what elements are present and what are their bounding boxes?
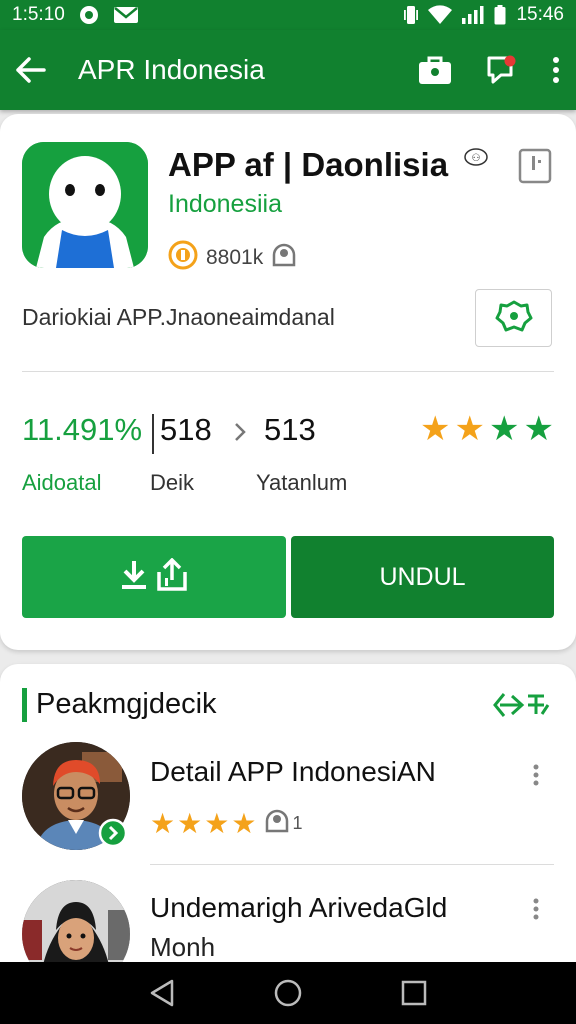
app-developer[interactable]: Indonesiia bbox=[168, 190, 282, 219]
helpful-count: 1 bbox=[292, 813, 303, 833]
star-icon: ★ bbox=[231, 807, 257, 839]
chevron-right-icon bbox=[234, 422, 246, 447]
divider bbox=[150, 864, 554, 865]
reviews-section-title: Peakmgjdecik bbox=[36, 688, 217, 720]
feedback-icon[interactable] bbox=[486, 54, 518, 86]
section-accent-bar bbox=[22, 688, 27, 722]
more-vert-icon[interactable] bbox=[532, 764, 540, 791]
stat-label-downloads: Deik bbox=[150, 470, 195, 495]
stat-value-downloads: 518 bbox=[160, 412, 212, 447]
user-avatar-icon bbox=[271, 242, 297, 274]
stat-label-rating: Aidoatal bbox=[22, 470, 102, 495]
signal-icon bbox=[462, 5, 484, 25]
rating-stars: ★ ★ ★ ★ bbox=[420, 412, 554, 446]
review-rating: ★ ★ ★ ★ 1 bbox=[150, 808, 302, 839]
app-name: APP af | Daonlisia bbox=[168, 146, 449, 183]
bookmark-icon[interactable] bbox=[518, 148, 552, 191]
vibrate-icon bbox=[404, 5, 419, 25]
more-vert-icon[interactable] bbox=[552, 56, 560, 84]
stat-value-reviews: 513 bbox=[264, 412, 316, 447]
nav-home-icon[interactable] bbox=[273, 978, 303, 1008]
status-time-right: 15:46 bbox=[516, 4, 564, 25]
system-nav-bar bbox=[0, 962, 576, 1024]
briefcase-icon[interactable] bbox=[418, 55, 452, 85]
star-icon: ★ bbox=[454, 410, 485, 448]
verified-badge-icon bbox=[98, 818, 128, 853]
app-meta-row: 8801k bbox=[168, 240, 297, 276]
stat-separator bbox=[152, 414, 154, 454]
app-meta-text: 8801k bbox=[206, 246, 264, 269]
nav-back-icon[interactable] bbox=[149, 979, 175, 1007]
app-bar-title: APR Indonesia bbox=[78, 54, 265, 85]
star-icon: ★ bbox=[488, 410, 520, 448]
star-icon: ★ bbox=[420, 410, 451, 448]
install-button[interactable]: UNDUL bbox=[291, 536, 554, 618]
app-bar: APR Indonesia bbox=[0, 30, 576, 110]
divider bbox=[22, 371, 554, 372]
info-badge-icon: ⚇ bbox=[464, 148, 488, 171]
status-bar: 1:5:10 15:46 bbox=[0, 0, 576, 30]
coin-icon bbox=[168, 240, 198, 276]
wishlist-button[interactable] bbox=[475, 289, 552, 347]
expand-arrows-icon[interactable] bbox=[492, 688, 554, 727]
star-icon: ★ bbox=[204, 807, 230, 839]
download-share-button[interactable] bbox=[22, 536, 286, 618]
share-icon bbox=[155, 557, 189, 597]
back-arrow-icon[interactable] bbox=[16, 57, 46, 83]
review-subtitle: Monh bbox=[150, 932, 216, 962]
helpful-icon[interactable] bbox=[264, 808, 290, 839]
app-logo bbox=[22, 142, 148, 268]
reviewer-name: Undemarigh ArivedaGld bbox=[150, 892, 448, 923]
mail-icon bbox=[113, 6, 139, 24]
star-icon: ★ bbox=[177, 807, 203, 839]
stat-label-reviews: Yatanlum bbox=[256, 470, 348, 495]
battery-icon bbox=[494, 5, 506, 25]
more-vert-icon[interactable] bbox=[532, 898, 540, 925]
status-time-left: 1:5:10 bbox=[12, 4, 65, 25]
svg-text:⚇: ⚇ bbox=[472, 153, 481, 164]
app-description: Dariokiai APP.Jnaoneaimdanal bbox=[22, 304, 335, 330]
badge-icon bbox=[495, 299, 533, 338]
star-icon: ★ bbox=[523, 410, 554, 448]
stat-value-rating: 11.491% bbox=[22, 412, 143, 447]
nav-recents-icon[interactable] bbox=[401, 980, 427, 1006]
download-icon bbox=[119, 558, 149, 597]
sync-icon bbox=[79, 5, 99, 25]
reviewer-name: Detail APP IndonesiAN bbox=[150, 756, 436, 787]
wifi-icon bbox=[428, 5, 453, 25]
star-icon: ★ bbox=[150, 807, 176, 839]
